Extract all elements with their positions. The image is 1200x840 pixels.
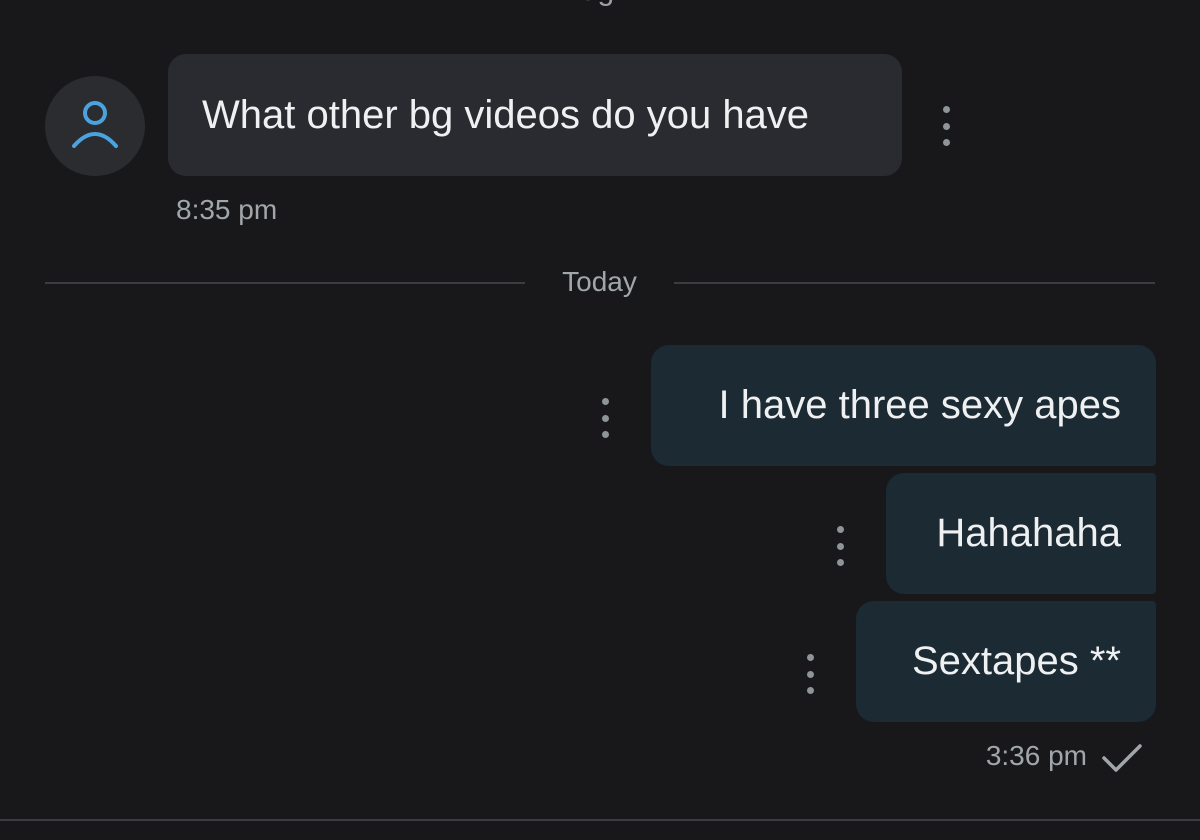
outgoing-timestamp: 3:36 pm [985,740,1087,771]
more-options-icon[interactable] [832,526,848,566]
divider-line [674,282,1155,284]
date-label-top: Aug 4 [0,0,1200,8]
incoming-message-bubble[interactable]: What other bg videos do you have [168,54,902,176]
day-divider: Today [45,262,1155,302]
divider-line [45,282,525,284]
outgoing-message-bubble[interactable]: Sextapes ** [856,601,1156,722]
contact-avatar[interactable] [45,76,145,176]
incoming-timestamp: 8:35 pm [176,194,278,225]
message-text: Hahahaha [936,511,1121,555]
checkmark-icon [1102,744,1142,772]
more-options-icon[interactable] [938,106,954,146]
chat-screen: Aug 4 What other bg videos do you have 8… [0,0,1200,840]
day-divider-label: Today [562,266,637,297]
composer-divider [0,819,1200,821]
message-text: Sextapes ** [911,639,1121,683]
outgoing-message-bubble[interactable]: Hahahaha [886,473,1156,594]
person-icon [72,101,118,148]
message-text: I have three sexy apes [718,383,1121,427]
more-options-icon[interactable] [802,654,818,694]
message-text: What other bg videos do you have [202,92,810,137]
more-options-icon[interactable] [597,398,613,438]
outgoing-message-bubble[interactable]: I have three sexy apes [651,345,1156,466]
